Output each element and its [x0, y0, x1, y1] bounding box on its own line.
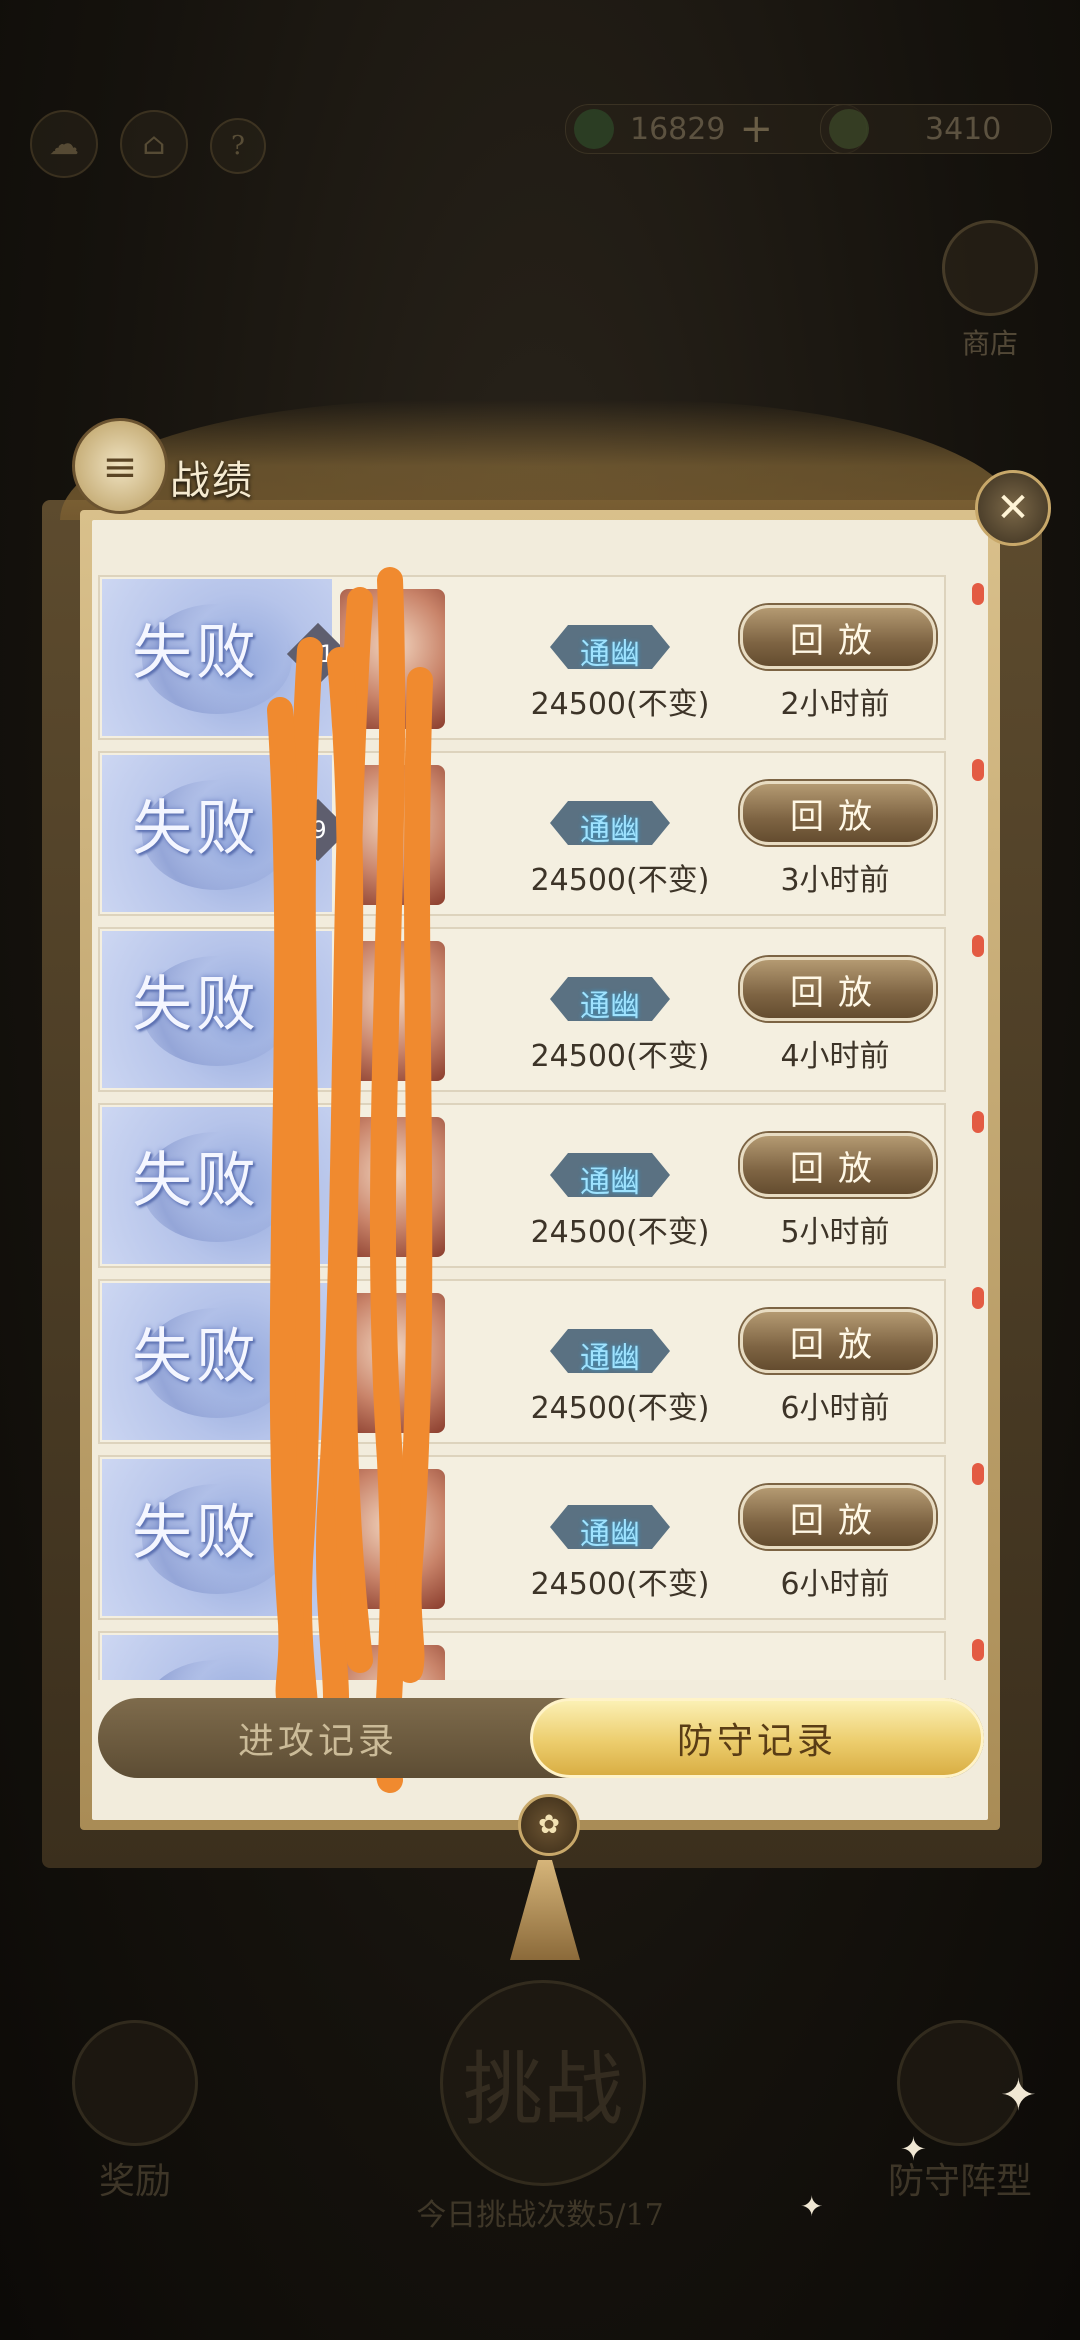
replay-button[interactable]: 回放 [740, 1133, 936, 1197]
score-text: 24500(不变) [530, 1215, 710, 1250]
row-marker [972, 1463, 984, 1485]
tier-badge: 通幽 [540, 619, 680, 675]
tab-defense-records[interactable]: 防守记录 [530, 1698, 984, 1778]
row-marker-column [972, 575, 986, 1680]
tier-label: 通幽 [580, 813, 640, 848]
time-text: 3小时前 [780, 863, 890, 898]
score-text: 24500(不变) [530, 1391, 710, 1426]
tier-badge: 通幽 [540, 1499, 680, 1555]
record-row: 失败 通幽 24500(不变) 回放 4小时前 [98, 927, 946, 1092]
currency-leaf-value: 3410 [925, 111, 1002, 147]
close-icon: ✕ [996, 485, 1030, 531]
tier-label: 通幽 [580, 1165, 640, 1200]
row-marker [972, 759, 984, 781]
time-text: 6小时前 [780, 1391, 890, 1426]
record-row: 失败 通幽 24500(不变) 回放 6小时前 [98, 1279, 946, 1444]
tier-badge: 通幽 [540, 971, 680, 1027]
help-icon[interactable]: ? [210, 118, 266, 174]
shop-label: 商店 [961, 327, 1018, 360]
tier-label: 通幽 [580, 1341, 640, 1376]
currency-jade-value: 16829 [630, 111, 726, 147]
attempts-text: 今日挑战次数5/17 [416, 2198, 664, 2233]
replay-button[interactable]: 回放 [740, 781, 936, 845]
menu-icon[interactable]: ☁ [30, 110, 98, 178]
tier-badge: 通幽 [540, 1323, 680, 1379]
record-scroll-icon: ≡ [72, 418, 168, 514]
shop-button[interactable]: 商店 [930, 220, 1050, 360]
record-tabs: 进攻记录 防守记录 [98, 1698, 984, 1778]
sparkle-icon: ✦ [1000, 2070, 1037, 2121]
tier-label: 通幽 [580, 1517, 640, 1552]
score-text: 24500(不变) [530, 1567, 710, 1602]
challenge-button[interactable]: 挑战 [440, 1980, 646, 2186]
record-row: 失败 91 通幽 24500(不变) 回放 2小时前 [98, 575, 946, 740]
reward-label: 奖励 [98, 2161, 171, 2202]
tab-attack-records[interactable]: 进攻记录 [98, 1698, 538, 1778]
result-label: 失败 [132, 1498, 260, 1568]
score-text: 24500(不变) [530, 1039, 710, 1074]
palace-icon[interactable]: ⌂ [120, 110, 188, 178]
challenge-label: 挑战 [463, 2043, 623, 2136]
row-marker [972, 1111, 984, 1133]
tassel-ornament [510, 1860, 580, 1960]
record-row: 失败 通幽 24500(不变) 回放 5小时前 [98, 1103, 946, 1268]
result-label: 失败 [132, 794, 260, 864]
record-row: 失败 9 通幽 24500(不变) 回放 3小时前 [98, 751, 946, 916]
replay-button[interactable]: 回放 [740, 1485, 936, 1549]
panel-title: 战绩 [170, 458, 254, 504]
time-text: 6小时前 [780, 1567, 890, 1602]
record-row-partial [98, 1631, 946, 1680]
tier-badge: 通幽 [540, 795, 680, 851]
close-button[interactable]: ✕ [975, 470, 1051, 546]
records-list[interactable]: 失败 91 通幽 24500(不变) 回放 2小时前 失败 9 通幽 24500… [98, 575, 946, 1680]
row-marker [972, 1639, 984, 1661]
help-label: ? [231, 131, 245, 161]
score-text: 24500(不变) [530, 687, 710, 722]
result-label: 失败 [132, 1146, 260, 1216]
time-text: 2小时前 [780, 687, 890, 722]
time-text: 4小时前 [780, 1039, 890, 1074]
row-marker [972, 1287, 984, 1309]
replay-button[interactable]: 回放 [740, 605, 936, 669]
sparkle-icon: ✦ [900, 2130, 927, 2168]
result-label: 失败 [132, 970, 260, 1040]
tier-label: 通幽 [580, 989, 640, 1024]
shop-icon [942, 220, 1038, 316]
tier-label: 通幽 [580, 637, 640, 672]
jade-icon [574, 109, 614, 149]
result-label: 失败 [132, 1322, 260, 1392]
row-marker [972, 583, 984, 605]
currency-leaf: 3410 [820, 104, 1052, 154]
flower-knot-icon: ✿ [518, 1794, 580, 1856]
gift-icon [72, 2020, 198, 2146]
time-text: 5小时前 [780, 1215, 890, 1250]
result-label: 失败 [132, 618, 260, 688]
replay-button[interactable]: 回放 [740, 957, 936, 1021]
record-row: 失败 通幽 24500(不变) 回放 6小时前 [98, 1455, 946, 1620]
leaf-icon [829, 109, 869, 149]
redaction-scribble [267, 567, 433, 1793]
replay-button[interactable]: 回放 [740, 1309, 936, 1373]
row-marker [972, 935, 984, 957]
score-text: 24500(不变) [530, 863, 710, 898]
add-currency-icon[interactable]: + [739, 106, 773, 152]
sparkle-icon: ✦ [800, 2190, 824, 2223]
reward-button[interactable]: 奖励 [60, 2020, 210, 2204]
tier-badge: 通幽 [540, 1147, 680, 1203]
